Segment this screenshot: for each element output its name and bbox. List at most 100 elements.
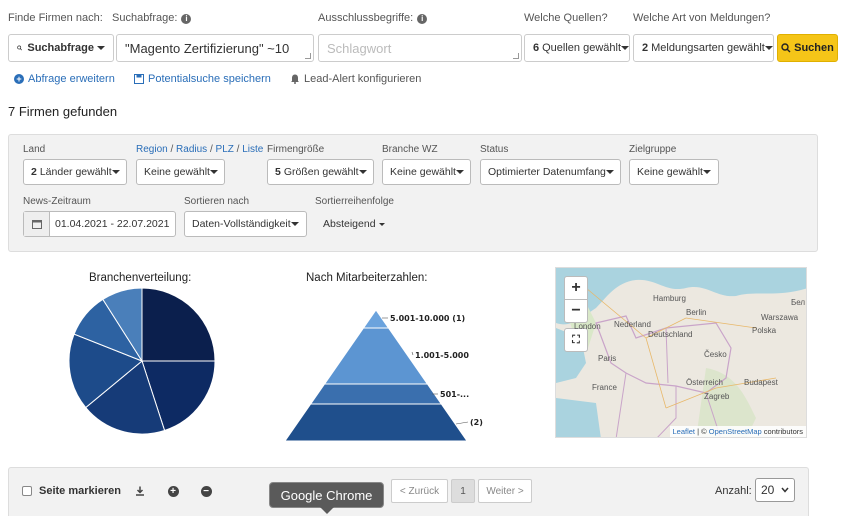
chevron-down-icon [455,170,464,174]
next-page-button[interactable]: Weiter > [478,479,532,503]
radius-link[interactable]: Radius [176,144,207,155]
chevron-down-icon [358,170,367,174]
map-label: Paris [598,354,617,363]
remove-circle-button[interactable]: − [195,480,217,502]
pyramid-label: 5.001-10.000 (1) [390,314,465,323]
count-value: 20 [761,483,775,497]
zoom-in-button[interactable]: + [564,276,588,300]
pyramid-segment[interactable] [284,403,468,442]
map-label: Бел [791,298,806,307]
query-input[interactable]: "Magento Zertifizierung" ~10 [116,34,314,62]
minus-circle-icon: − [200,485,212,497]
expand-query-link[interactable]: + Abfrage erweitern [14,73,115,85]
news-label: News-Zeitraum [23,196,91,207]
count-select[interactable]: 20 [755,478,795,502]
order-value: Absteigend [323,218,376,230]
calendar-icon[interactable] [24,212,50,236]
map-label: France [592,383,617,392]
exclude-input-placeholder: Schlagwort [327,40,392,56]
types-text: Meldungsarten gewählt [651,42,765,54]
sort-select[interactable]: Daten-Vollständigkeit [184,211,307,237]
order-toggle[interactable]: Absteigend [323,218,385,230]
separator: / [209,144,213,155]
page-number-button[interactable]: 1 [451,479,475,503]
status-value: Optimierter Datenumfang [488,166,606,178]
leaflet-link[interactable]: Leaflet [673,427,696,436]
query-label: Suchabfrage: i [112,12,192,24]
lead-alert-link[interactable]: Lead-Alert konfigurieren [290,73,421,85]
download-icon[interactable] [129,480,151,502]
pyramid-label: (2) [470,418,483,427]
map-label: Česko [704,350,727,359]
pyramid-segment[interactable] [309,383,443,405]
pyramid-segment[interactable] [323,327,429,385]
news-date-range[interactable]: 01.04.2021 - 22.07.2021 [23,211,176,237]
resize-handle-icon[interactable] [305,53,311,59]
size-text: Größen gewählt [283,166,359,178]
size-select[interactable]: 5 Größen gewählt [267,159,374,185]
chevron-down-icon [764,46,773,50]
employee-pyramid-chart: 5.001-10.000 (1) 1.001-5.000 501-... (2) [284,309,483,442]
branch-select[interactable]: Keine gewählt [382,159,471,185]
pyramid-segment[interactable] [362,309,390,329]
map-label: Zagreb [704,392,730,401]
chevron-down-icon [703,170,711,174]
plz-link[interactable]: PLZ [216,144,234,155]
search-mode-select[interactable]: Suchabfrage [8,34,114,62]
chevron-down-icon [781,487,789,493]
region-select[interactable]: Keine gewählt [136,159,225,185]
target-select[interactable]: Keine gewählt [629,159,719,185]
land-select[interactable]: 2 Länder gewählt [23,159,127,185]
sort-label: Sortieren nach [184,196,250,207]
save-icon [134,74,144,84]
select-page-checkbox[interactable] [22,486,32,496]
osm-link[interactable]: OpenStreetMap [709,427,762,436]
plus-circle-icon: + [167,485,179,497]
chevron-down-icon [378,222,385,226]
region-link[interactable]: Region [136,144,168,155]
plus-circle-icon: + [14,74,24,84]
fullscreen-icon[interactable]: ⛶ [564,328,588,352]
exclude-label: Ausschlussbegriffe: i [318,12,428,24]
pyramid-label-connector [411,351,414,356]
exclude-input[interactable]: Schlagwort [318,34,522,62]
types-label: Welche Art von Meldungen? [633,12,771,24]
pie-slice[interactable] [141,287,216,362]
prev-page-button[interactable]: < Zurück [391,479,448,503]
zoom-out-button[interactable]: − [564,299,588,323]
add-circle-button[interactable]: + [162,480,184,502]
lead-alert-label: Lead-Alert konfigurieren [304,73,422,85]
save-search-label: Potentialsuche speichern [148,73,271,85]
count-label: Anzahl: [715,485,752,497]
map[interactable]: + − ⛶ Hamburg Berlin Warszawa Nederland … [555,267,807,438]
liste-link[interactable]: Liste [242,144,263,155]
select-page-control[interactable]: Seite markieren [22,485,121,497]
info-icon[interactable]: i [417,14,428,24]
chevron-down-icon [111,170,120,174]
map-label: Deutschland [648,330,693,339]
save-search-link[interactable]: Potentialsuche speichern [134,73,271,85]
branch-value: Keine gewählt [390,166,456,178]
bottom-bar: Seite markieren + − < Zurück 1 Weiter > … [8,467,809,516]
land-text: Länder gewählt [39,166,112,178]
sources-select[interactable]: 6 Quellen gewählt [524,34,630,62]
target-value: Keine gewählt [637,166,703,178]
search-icon [17,45,23,51]
pie-chart-title: Branchenverteilung: [89,272,192,284]
land-label: Land [23,144,46,155]
types-select[interactable]: 2 Meldungsarten gewählt [633,34,774,62]
status-select[interactable]: Optimierter Datenumfang [480,159,621,185]
region-value: Keine gewählt [144,166,210,178]
chevron-down-icon [209,170,218,174]
info-icon[interactable]: i [181,14,192,24]
map-label: Budapest [744,378,778,387]
separator: / [236,144,240,155]
resize-handle-icon[interactable] [513,53,519,59]
chevron-down-icon [621,46,629,50]
pyramid-label: 501-... [440,390,469,399]
sources-count: 6 [533,42,540,54]
search-button[interactable]: Suchen [777,34,838,62]
size-count: 5 [275,166,281,178]
chevron-down-icon [291,222,299,226]
types-count: 2 [642,42,649,54]
